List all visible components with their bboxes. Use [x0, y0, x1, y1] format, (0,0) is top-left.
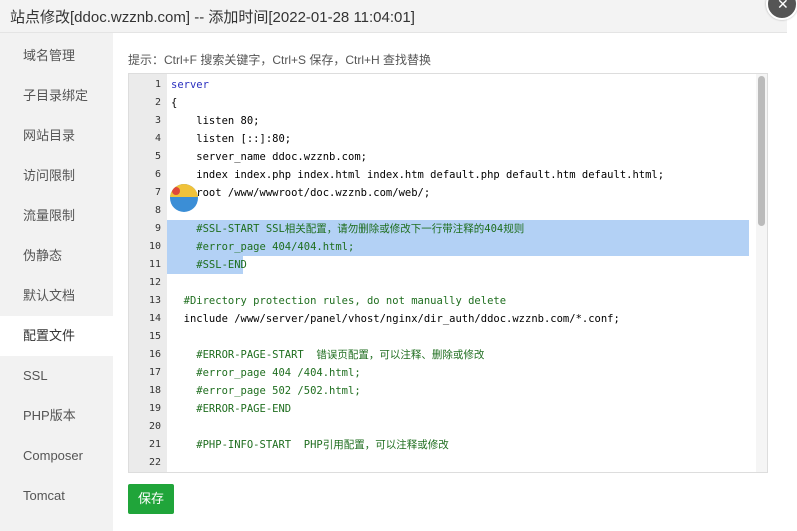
sidebar-item-subdir[interactable]: 子目录绑定: [0, 76, 113, 116]
close-icon: ✕: [777, 0, 789, 12]
dialog-titlebar[interactable]: 站点修改[ddoc.wzznb.com] -- 添加时间[2022-01-28 …: [0, 0, 787, 33]
code-line: 11 #SSL-END: [148, 259, 247, 271]
code-line: 16 #ERROR-PAGE-START 错误页配置，可以注释、删除或修改: [148, 349, 485, 361]
sidebar-item-site-dir[interactable]: 网站目录: [0, 116, 113, 156]
code-line: 8: [154, 205, 161, 216]
code-line: 22: [148, 457, 161, 468]
sidebar-item-domain[interactable]: 域名管理: [0, 36, 113, 76]
code-line: 9 #SSL-START SSL相关配置，请勿删除或修改下一行带注释的404规则: [154, 223, 525, 235]
sidebar-item-tomcat[interactable]: Tomcat: [0, 476, 113, 516]
code-line: 13 #Directory protection rules, do not m…: [148, 295, 507, 307]
sidebar-item-ssl[interactable]: SSL: [0, 356, 113, 396]
code-line: 5 server_name ddoc.wzznb.com;: [154, 151, 367, 163]
code-line: 20: [148, 421, 161, 432]
sidebar-item-composer[interactable]: Composer: [0, 436, 113, 476]
code-line: 18 #error_page 502 /502.html;: [148, 385, 361, 397]
code-line: 1 server: [154, 79, 209, 91]
sidebar-item-traffic-limit[interactable]: 流量限制: [0, 196, 113, 236]
code-line: 2{: [154, 97, 178, 109]
floating-avatar-icon[interactable]: [170, 184, 198, 212]
save-button[interactable]: 保存: [128, 484, 174, 514]
dialog-title: 站点修改[ddoc.wzznb.com] -- 添加时间[2022-01-28 …: [10, 9, 415, 26]
code-line: 6 index index.php index.html index.htm d…: [154, 169, 665, 181]
sidebar-item-rewrite[interactable]: 伪静态: [0, 236, 113, 276]
site-edit-dialog: 站点修改[ddoc.wzznb.com] -- 添加时间[2022-01-28 …: [0, 0, 797, 531]
code-line: 12: [148, 277, 161, 288]
code-line: 14 include /www/server/panel/vhost/nginx…: [148, 313, 620, 325]
code-line: 21 #PHP-INFO-START PHP引用配置，可以注释或修改: [148, 439, 449, 451]
scrollbar-thumb[interactable]: [758, 76, 765, 226]
sidebar-item-php-version[interactable]: PHP版本: [0, 396, 113, 436]
code-line: 7 root /www/wwwroot/doc.wzznb.com/web/;: [154, 187, 431, 199]
config-editor[interactable]: 1 server 2{ 3 listen 80; 4 listen [::]:80…: [128, 73, 768, 473]
code-line: 15: [148, 331, 161, 342]
shortcut-hint: 提示：Ctrl+F 搜索关键字，Ctrl+S 保存，Ctrl+H 查找替换: [128, 53, 432, 67]
code-line: 17 #error_page 404 /404.html;: [148, 367, 361, 379]
code-line: 3 listen 80;: [154, 115, 260, 127]
sidebar-item-default-doc[interactable]: 默认文档: [0, 276, 113, 316]
sidebar-item-access-limit[interactable]: 访问限制: [0, 156, 113, 196]
code-line: 10 #error_page 404/404.html;: [148, 241, 355, 253]
sidebar: 域名管理 子目录绑定 网站目录 访问限制 流量限制 伪静态 默认文档 配置文件 …: [0, 33, 113, 531]
code-line: 4 listen [::]:80;: [154, 133, 292, 145]
code-line: 19 #ERROR-PAGE-END: [148, 403, 292, 415]
editor-scrollbar[interactable]: [756, 74, 767, 472]
sidebar-item-config-file[interactable]: 配置文件: [0, 316, 113, 356]
